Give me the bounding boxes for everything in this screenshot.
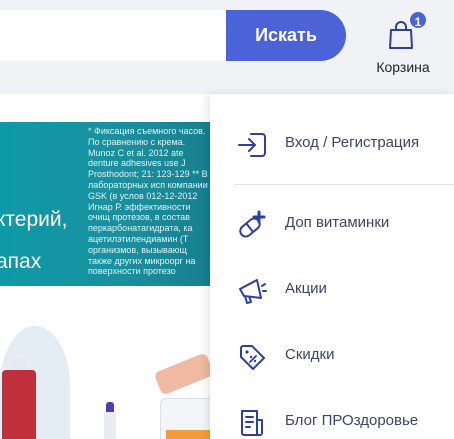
cart-button[interactable]: 1 Корзина xyxy=(368,10,438,80)
banner-headline-line-2: апах xyxy=(0,250,42,273)
menu-item-login[interactable]: Вход / Регистрация xyxy=(210,116,454,172)
menu-item-label: Скидки xyxy=(285,346,335,363)
jar-label-band xyxy=(166,430,210,439)
menu-item-label: Акции xyxy=(285,280,327,297)
banner-fine-print: * Фиксация съемного часов. По сравнению … xyxy=(88,126,208,276)
dropper-bottle-image xyxy=(104,412,116,439)
menu-divider xyxy=(234,184,454,185)
login-icon xyxy=(238,133,266,157)
cart-label: Корзина xyxy=(376,59,430,75)
menu-item-vitamins[interactable]: Доп витаминки xyxy=(210,196,454,252)
red-bottle-image xyxy=(2,370,36,439)
promo-banner[interactable]: ктерий, апах * Фиксация съемного часов. … xyxy=(0,94,240,306)
page: Искать 1 Корзина ктерий, апах * Фиксация… xyxy=(0,0,454,439)
blog-document-icon xyxy=(241,410,263,436)
banner-headline-line-1: ктерий, xyxy=(0,208,68,231)
menu-item-discounts[interactable]: Скидки xyxy=(210,328,454,384)
menu-item-blog[interactable]: Блог ПРОздоровье xyxy=(210,394,454,439)
side-menu: Вход / Регистрация Доп витаминки Акции С… xyxy=(210,94,454,439)
cart-count-badge: 1 xyxy=(408,10,428,30)
menu-item-label: Блог ПРОздоровье xyxy=(285,412,419,429)
plaster-image xyxy=(153,352,215,396)
product-showcase xyxy=(0,306,240,439)
menu-item-promotions[interactable]: Акции xyxy=(210,262,454,318)
header: Искать 1 Корзина xyxy=(0,0,454,84)
discount-tag-icon xyxy=(240,345,265,370)
menu-item-label: Вход / Регистрация xyxy=(285,134,420,151)
pills-plus-icon xyxy=(239,210,266,238)
megaphone-icon xyxy=(239,279,267,304)
search-input[interactable] xyxy=(0,10,256,61)
search-button[interactable]: Искать xyxy=(226,10,346,61)
menu-item-label: Доп витаминки xyxy=(285,214,390,231)
